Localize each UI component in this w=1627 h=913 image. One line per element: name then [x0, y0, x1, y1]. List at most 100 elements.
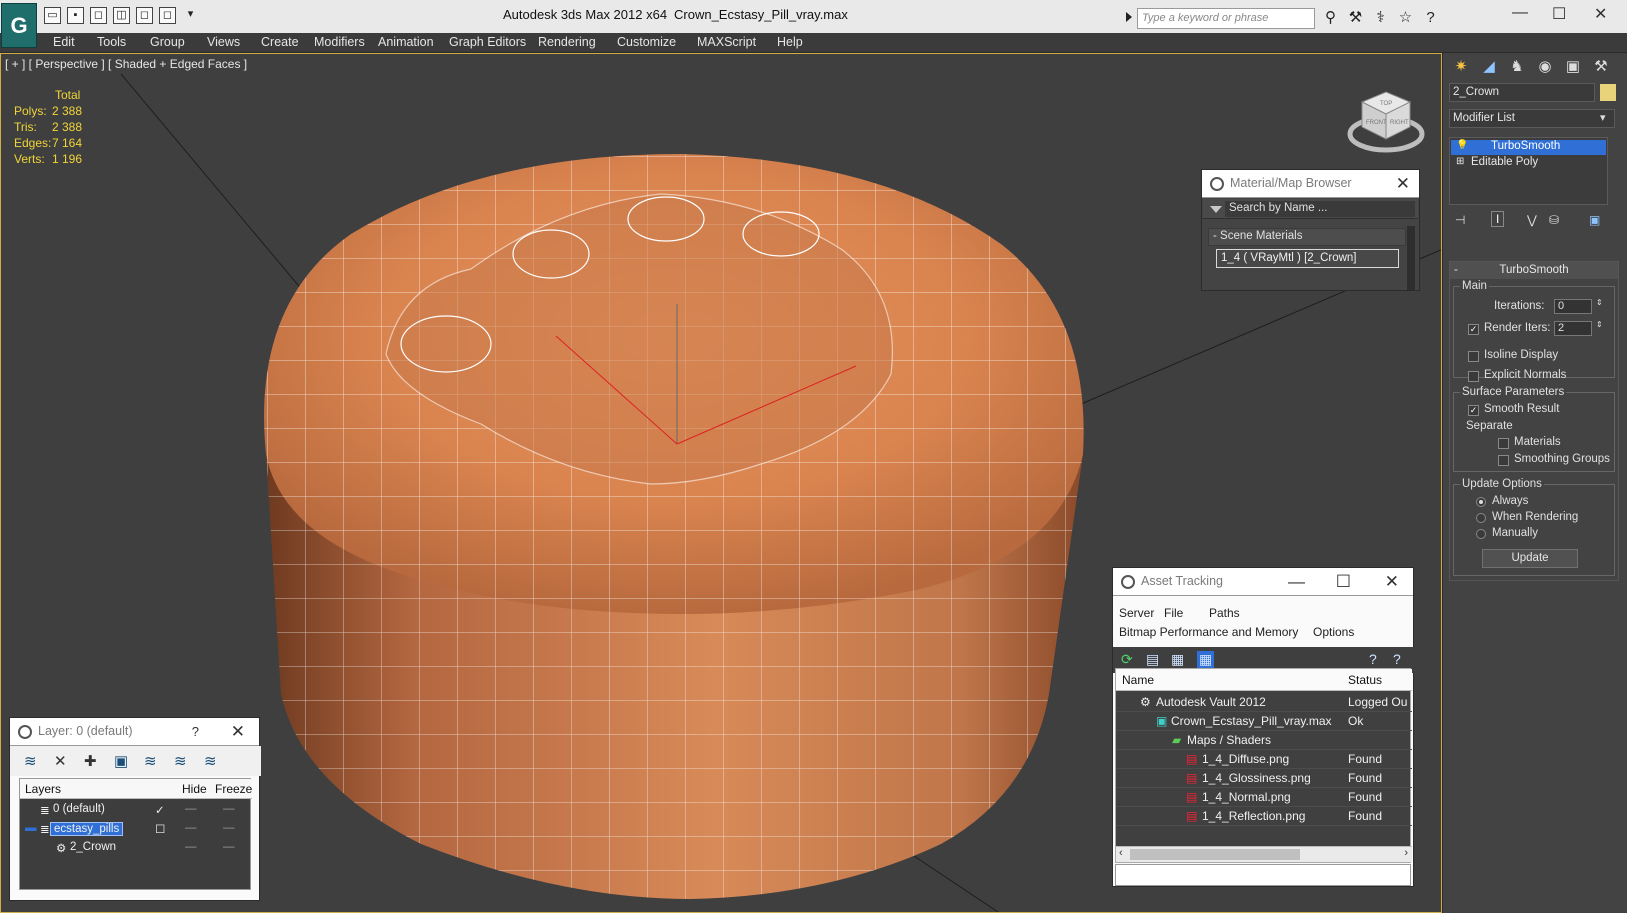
- binoculars-icon[interactable]: ⚲: [1321, 8, 1340, 27]
- viewport-label[interactable]: [ + ] [ Perspective ] [ Shaded + Edged F…: [5, 57, 247, 71]
- collapse-icon[interactable]: -: [1454, 262, 1458, 279]
- maximize-icon[interactable]: ☐: [1336, 572, 1351, 592]
- minimize-icon[interactable]: —: [1288, 572, 1305, 592]
- display-tab-icon[interactable]: ▣: [1563, 57, 1583, 77]
- make-unique-icon[interactable]: ⋁: [1527, 213, 1537, 227]
- select-objects-icon[interactable]: ▣: [114, 752, 128, 770]
- asset-row[interactable]: ▤ 1_4_Normal.png Found: [1116, 788, 1412, 807]
- menu-edit[interactable]: Edit: [53, 35, 75, 49]
- asset-row[interactable]: ▤ 1_4_Reflection.png Found: [1116, 807, 1412, 826]
- search-expand-icon[interactable]: [1126, 12, 1132, 22]
- layer-dialog-titlebar[interactable]: Layer: 0 (default) ? ✕: [10, 718, 259, 746]
- menu-paths[interactable]: Paths: [1209, 606, 1240, 620]
- open-folder-icon[interactable]: ▭: [44, 7, 61, 24]
- pin-stack-icon[interactable]: ⊣: [1455, 213, 1465, 227]
- thumbnail-view-icon[interactable]: ▦: [1171, 651, 1184, 668]
- list-view-icon[interactable]: ▤: [1146, 651, 1159, 668]
- close-window-button[interactable]: ✕: [1594, 4, 1607, 24]
- menu-help[interactable]: Help: [777, 35, 803, 49]
- utilities-tab-icon[interactable]: ⚒: [1591, 57, 1611, 77]
- highlight-layer-icon[interactable]: ≋: [144, 752, 157, 770]
- project-icon[interactable]: ◻: [159, 7, 176, 24]
- asset-tracking-titlebar[interactable]: Asset Tracking — ☐ ✕: [1113, 568, 1413, 596]
- close-icon[interactable]: ✕: [231, 722, 245, 742]
- refresh-icon[interactable]: ⟳: [1121, 651, 1133, 668]
- asset-row[interactable]: ▤ 1_4_Diffuse.png Found: [1116, 750, 1412, 769]
- menu-file[interactable]: File: [1164, 606, 1183, 620]
- expand-icon[interactable]: ▬: [25, 822, 37, 834]
- separate-smoothing-groups-checkbox[interactable]: [1498, 455, 1509, 466]
- show-end-result-icon[interactable]: I: [1491, 211, 1505, 227]
- column-header-hide[interactable]: Hide: [182, 782, 207, 796]
- hierarchy-tab-icon[interactable]: ♞: [1507, 57, 1527, 77]
- create-tab-icon[interactable]: ✷: [1451, 57, 1471, 77]
- close-icon[interactable]: ✕: [1396, 174, 1410, 194]
- menu-options[interactable]: Options: [1313, 625, 1354, 639]
- update-manually-radio[interactable]: [1476, 529, 1486, 539]
- stack-item-editable-poly[interactable]: ⊞ Editable Poly: [1451, 156, 1606, 171]
- scroll-left-icon[interactable]: ‹: [1119, 847, 1123, 859]
- asset-horizontal-scrollbar[interactable]: ‹ ›: [1116, 846, 1412, 862]
- object-color-swatch[interactable]: [1600, 84, 1616, 101]
- material-browser-titlebar[interactable]: Material/Map Browser ✕: [1202, 170, 1419, 198]
- object-name-field[interactable]: 2_Crown: [1449, 83, 1595, 102]
- quick-access-dropdown-icon[interactable]: ▾: [182, 7, 199, 24]
- column-header-freeze[interactable]: Freeze: [215, 782, 252, 796]
- freeze-all-icon[interactable]: ≋: [204, 752, 217, 770]
- isoline-display-checkbox[interactable]: [1468, 351, 1479, 362]
- minimize-button[interactable]: —: [1512, 4, 1528, 22]
- iterations-spinner[interactable]: 0: [1554, 299, 1592, 314]
- asset-row[interactable]: ▣ Crown_Ecstasy_Pill_vray.max Ok: [1116, 712, 1412, 731]
- help-icon[interactable]: ?: [1421, 8, 1440, 27]
- chevron-down-icon[interactable]: ▾: [1600, 111, 1606, 124]
- layer-row[interactable]: ▬ ≣ ecstasy_pills ☐ — —: [20, 820, 252, 839]
- menu-group[interactable]: Group: [150, 35, 185, 49]
- render-iters-spinner[interactable]: 2: [1554, 321, 1592, 336]
- configure-sets-icon[interactable]: ▣: [1589, 213, 1600, 227]
- options-dropdown-icon[interactable]: [1210, 206, 1222, 213]
- hide-toggle-icon[interactable]: —: [185, 803, 197, 815]
- current-layer-box-icon[interactable]: ☐: [155, 822, 165, 836]
- asset-row[interactable]: ⚙ Autodesk Vault 2012 Logged Ou: [1116, 693, 1412, 712]
- modify-tab-icon[interactable]: ◢: [1479, 57, 1499, 77]
- column-header-layers[interactable]: Layers: [25, 782, 61, 796]
- delete-layer-icon[interactable]: ✕: [54, 752, 67, 770]
- freeze-toggle-icon[interactable]: —: [223, 841, 235, 853]
- menu-animation[interactable]: Animation: [378, 35, 434, 49]
- vault-help-icon[interactable]: ?: [1393, 651, 1401, 667]
- explicit-normals-checkbox[interactable]: [1468, 371, 1479, 382]
- column-header-status[interactable]: Status: [1348, 673, 1382, 687]
- tools-icon[interactable]: ⚒: [1346, 8, 1365, 27]
- keyword-search-input[interactable]: Type a keyword or phrase: [1137, 8, 1315, 29]
- rollout-header[interactable]: - TurboSmooth: [1450, 262, 1618, 279]
- lightbulb-icon[interactable]: 💡: [1456, 140, 1468, 151]
- menu-customize[interactable]: Customize: [617, 35, 676, 49]
- update-always-radio[interactable]: [1476, 497, 1486, 507]
- scroll-right-icon[interactable]: ›: [1404, 847, 1408, 859]
- current-layer-check-icon[interactable]: ✓: [155, 803, 165, 817]
- material-item[interactable]: 1_4 ( VRayMtl ) [2_Crown]: [1216, 249, 1399, 268]
- asset-row[interactable]: ▤ 1_4_Glossiness.png Found: [1116, 769, 1412, 788]
- hide-all-icon[interactable]: ≋: [174, 752, 187, 770]
- viewcube[interactable]: TOP FRONT RIGHT: [1346, 84, 1426, 154]
- favorites-star-icon[interactable]: ☆: [1396, 8, 1415, 27]
- layer-row[interactable]: ≣ 0 (default) ✓ — —: [20, 801, 252, 820]
- menu-graph-editors[interactable]: Graph Editors: [449, 35, 526, 49]
- menu-create[interactable]: Create: [261, 35, 299, 49]
- update-when-rendering-radio[interactable]: [1476, 513, 1486, 523]
- add-to-layer-icon[interactable]: ✚: [84, 752, 97, 770]
- menu-server[interactable]: Server: [1119, 606, 1154, 620]
- stack-item-turbosmooth[interactable]: 💡 TurboSmooth: [1451, 140, 1606, 155]
- expand-plus-icon[interactable]: ⊞: [1456, 156, 1464, 167]
- fetch-icon[interactable]: ◻: [136, 7, 153, 24]
- help-icon[interactable]: ?: [192, 724, 199, 739]
- scrollbar-thumb[interactable]: [1130, 849, 1300, 860]
- column-header-name[interactable]: Name: [1122, 673, 1154, 687]
- spinner-arrows-icon[interactable]: ⇕: [1596, 320, 1603, 329]
- hide-toggle-icon[interactable]: —: [185, 822, 197, 834]
- asset-row[interactable]: ▰ Maps / Shaders: [1116, 731, 1412, 750]
- update-button[interactable]: Update: [1482, 549, 1578, 568]
- table-view-icon[interactable]: ▦: [1197, 651, 1215, 668]
- render-iters-checkbox[interactable]: ✓: [1468, 324, 1479, 335]
- menu-maxscript[interactable]: MAXScript: [697, 35, 756, 49]
